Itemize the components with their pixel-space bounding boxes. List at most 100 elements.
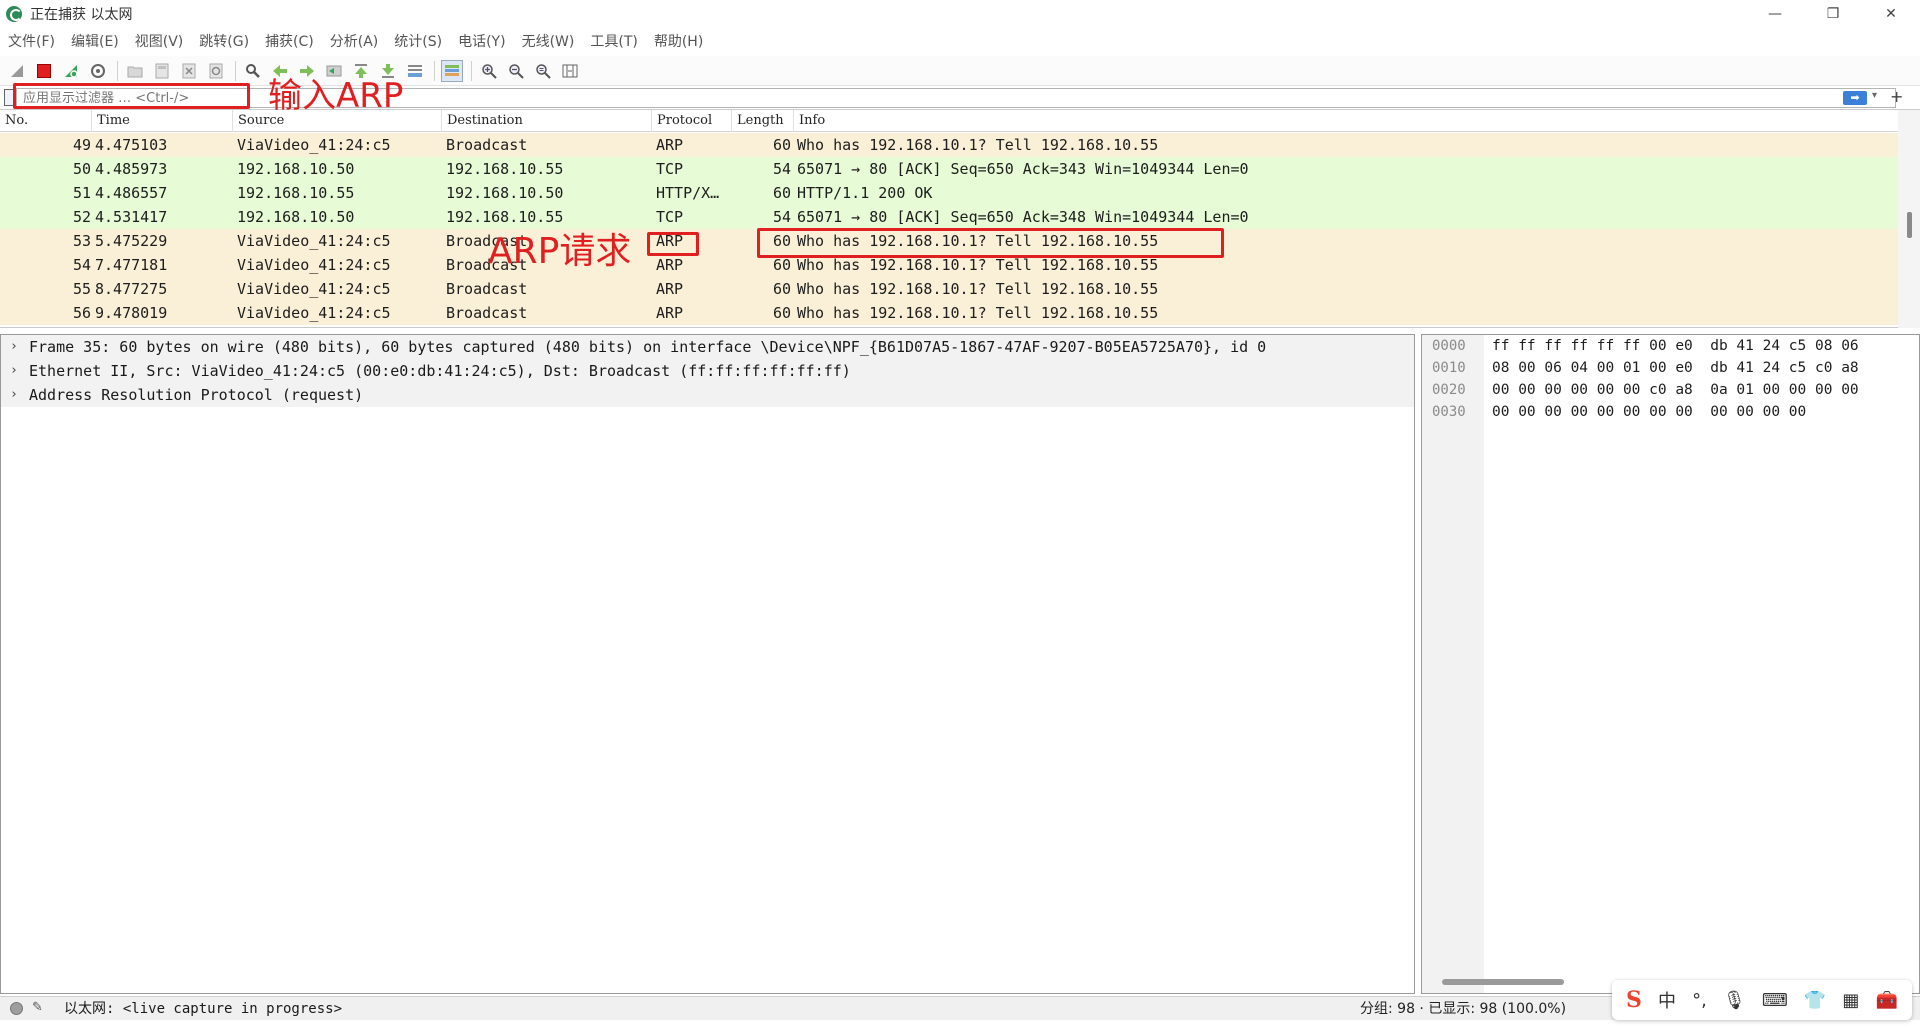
cell-source: ViaVideo_41:24:c5: [237, 304, 391, 322]
menu-help[interactable]: 帮助(H): [646, 28, 711, 56]
packet-row[interactable]: 52 4.531417 192.168.10.50 192.168.10.55 TCP 5…: [0, 205, 1898, 229]
packet-list-scrollbar[interactable]: [1898, 110, 1920, 328]
hex-bytes-line[interactable]: 00 00 00 00 00 00 c0 a8 0a 01 00 00 00 0…: [1492, 379, 1859, 401]
column-header-destination[interactable]: Destination: [442, 110, 652, 132]
toolbar-separator: [471, 60, 472, 81]
column-header-info[interactable]: Info: [794, 110, 1898, 132]
expand-chevron-icon[interactable]: ›: [10, 383, 18, 407]
autoscroll-icon[interactable]: [404, 60, 426, 82]
cell-info: 65071 → 80 [ACK] Seq=650 Ack=348 Win=104…: [797, 208, 1249, 226]
save-file-icon[interactable]: [151, 60, 173, 82]
open-file-icon[interactable]: [124, 60, 146, 82]
window-controls: — ❐ ✕: [1746, 0, 1920, 28]
hex-offset: 0020: [1432, 382, 1466, 398]
column-header-protocol[interactable]: Protocol: [652, 110, 732, 132]
annotation-filter-box: [13, 83, 250, 109]
zoom-out-icon[interactable]: [505, 60, 527, 82]
cell-time: 4.486557: [95, 184, 168, 202]
packet-row[interactable]: 49 4.475103 ViaVideo_41:24:c5 Broadcast ARP 6…: [0, 133, 1898, 157]
cell-destination: 192.168.10.55: [446, 160, 564, 178]
zoom-normal-icon[interactable]: [532, 60, 554, 82]
cell-protocol: TCP: [656, 160, 684, 178]
packet-row[interactable]: 56 9.478019 ViaVideo_41:24:c5 Broadcast ARP 6…: [0, 301, 1898, 325]
restore-button[interactable]: ❐: [1804, 0, 1862, 28]
column-header-no[interactable]: No.: [0, 110, 92, 132]
annotation-filter-hint: 输入ARP: [268, 76, 404, 116]
cell-info: Who has 192.168.10.1? Tell 192.168.10.55: [797, 136, 1159, 154]
capture-options-icon[interactable]: [87, 60, 109, 82]
hex-horizontal-scrollbar[interactable]: [1442, 979, 1564, 985]
hex-offset: 0030: [1432, 404, 1466, 420]
hex-offset-gutter: [1422, 335, 1484, 993]
cell-destination: 192.168.10.50: [446, 184, 564, 202]
minimize-button[interactable]: —: [1746, 0, 1804, 28]
ime-toolbox-icon[interactable]: ▦: [1842, 990, 1859, 1011]
hex-bytes-line[interactable]: 00 00 00 00 00 00 00 00 00 00 00 00: [1492, 401, 1806, 423]
ime-skin-icon[interactable]: 👕: [1804, 990, 1826, 1011]
shark-fin-icon[interactable]: [6, 60, 28, 82]
cell-no: 55: [72, 280, 91, 298]
menu-view[interactable]: 视图(V): [127, 28, 192, 56]
packet-details-pane: › Frame 35: 60 bytes on wire (480 bits),…: [0, 334, 1415, 994]
menu-telephony[interactable]: 电话(Y): [450, 28, 513, 56]
menu-analyze[interactable]: 分析(A): [322, 28, 387, 56]
hex-bytes-line[interactable]: 08 00 06 04 00 01 00 e0 db 41 24 c5 c0 a…: [1492, 357, 1859, 379]
resize-columns-icon[interactable]: [559, 60, 581, 82]
stop-capture-icon[interactable]: [33, 60, 55, 82]
sogou-logo-icon[interactable]: S: [1626, 987, 1642, 1013]
packet-row[interactable]: 50 4.485973 192.168.10.50 192.168.10.55 TCP 5…: [0, 157, 1898, 181]
expand-chevron-icon[interactable]: ›: [10, 335, 18, 359]
menu-edit[interactable]: 编辑(E): [63, 28, 127, 56]
ime-voice-icon[interactable]: 🎙: [1723, 990, 1746, 1011]
cell-length: 54: [772, 208, 791, 226]
expand-chevron-icon[interactable]: ›: [10, 359, 18, 383]
scrollbar-thumb[interactable]: [1907, 212, 1912, 238]
cell-source: ViaVideo_41:24:c5: [237, 232, 391, 250]
hex-bytes-line[interactable]: ff ff ff ff ff ff 00 e0 db 41 24 c5 08 0…: [1492, 335, 1859, 357]
find-packet-icon[interactable]: [242, 60, 264, 82]
menu-tools[interactable]: 工具(T): [582, 28, 645, 56]
column-header-length[interactable]: Length: [732, 110, 794, 132]
cell-no: 56: [72, 304, 91, 322]
capture-comment-icon[interactable]: ✎: [32, 1000, 43, 1015]
toolbar-separator: [117, 60, 118, 81]
restart-capture-icon[interactable]: [60, 60, 82, 82]
cell-time: 4.485973: [95, 160, 168, 178]
column-header-time[interactable]: Time: [92, 110, 233, 132]
cell-source: ViaVideo_41:24:c5: [237, 136, 391, 154]
detail-frame[interactable]: › Frame 35: 60 bytes on wire (480 bits),…: [1, 335, 1414, 359]
ime-punctuation-icon[interactable]: °,: [1692, 990, 1707, 1011]
detail-frame-text: Frame 35: 60 bytes on wire (480 bits), 6…: [29, 338, 1267, 356]
menu-wireless[interactable]: 无线(W): [514, 28, 583, 56]
apply-filter-button[interactable]: ➡: [1843, 91, 1867, 105]
colorize-icon[interactable]: [441, 59, 463, 82]
toolbar-separator: [434, 60, 435, 81]
cell-time: 8.477275: [95, 280, 168, 298]
menu-go[interactable]: 跳转(G): [191, 28, 257, 56]
zoom-in-icon[interactable]: [478, 60, 500, 82]
detail-arp-text: Address Resolution Protocol (request): [29, 386, 364, 404]
cell-no: 52: [72, 208, 91, 226]
ime-more-icon[interactable]: 🧰: [1875, 990, 1897, 1011]
packet-row[interactable]: 51 4.486557 192.168.10.55 192.168.10.50 HTTP…: [0, 181, 1898, 205]
cell-time: 9.478019: [95, 304, 168, 322]
cell-no: 54: [72, 256, 91, 274]
menu-file[interactable]: 文件(F): [0, 28, 63, 56]
expert-info-led-icon[interactable]: [10, 1002, 23, 1015]
close-button[interactable]: ✕: [1862, 0, 1920, 28]
reload-file-icon[interactable]: [205, 60, 227, 82]
ime-chinese-mode-icon[interactable]: 中: [1658, 987, 1676, 1013]
menu-capture[interactable]: 捕获(C): [257, 28, 322, 56]
filter-history-dropdown-icon[interactable]: ▾: [1872, 90, 1877, 101]
add-filter-button-icon[interactable]: +: [1890, 87, 1903, 106]
detail-arp[interactable]: › Address Resolution Protocol (request): [1, 383, 1414, 407]
menu-statistics[interactable]: 统计(S): [386, 28, 450, 56]
close-file-icon[interactable]: [178, 60, 200, 82]
cell-length: 60: [772, 184, 791, 202]
cell-source: 192.168.10.55: [237, 184, 355, 202]
packet-row[interactable]: 55 8.477275 ViaVideo_41:24:c5 Broadcast ARP 6…: [0, 277, 1898, 301]
detail-ethernet[interactable]: › Ethernet II, Src: ViaVideo_41:24:c5 (0…: [1, 359, 1414, 383]
cell-no: 53: [72, 232, 91, 250]
ime-keyboard-icon[interactable]: ⌨: [1762, 990, 1788, 1011]
hex-offset: 0000: [1432, 338, 1466, 354]
